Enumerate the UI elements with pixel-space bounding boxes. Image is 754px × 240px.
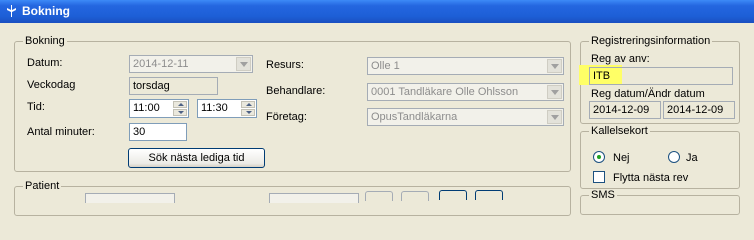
window-body: Bokning Datum: 2014-12-11 Veckodag torsd… xyxy=(0,23,754,216)
behandlare-dropdown-button[interactable] xyxy=(547,85,562,99)
chevron-down-icon xyxy=(551,64,559,69)
datum-dropdown-button[interactable] xyxy=(236,57,251,71)
tid-from-value: 11:00 xyxy=(133,102,160,114)
datum-value: 2014-12-11 xyxy=(133,58,189,70)
tid-to-value: 11:30 xyxy=(201,102,228,114)
patient-button-1[interactable] xyxy=(365,191,393,201)
flytta-nasta-rev-label[interactable]: Flytta nästa rev xyxy=(613,172,688,184)
arrow-down-icon xyxy=(246,111,252,114)
patient-button-2[interactable] xyxy=(401,191,429,201)
behandlare-label: Behandlare: xyxy=(266,85,326,97)
arrow-down-icon xyxy=(178,111,184,114)
bokning-legend: Bokning xyxy=(23,35,67,47)
tid-to-up-button[interactable] xyxy=(241,101,255,108)
ja-label[interactable]: Ja xyxy=(686,152,698,164)
tid-from-up-button[interactable] xyxy=(173,101,187,108)
reg-datum-field: 2014-12-09 xyxy=(589,101,661,119)
tid-from-spinner[interactable]: 11:00 xyxy=(129,99,189,118)
flytta-nasta-rev-checkbox[interactable] xyxy=(593,171,605,183)
chevron-down-icon xyxy=(551,115,559,120)
behandlare-value: 0001 Tandläkare Olle Ohlsson xyxy=(371,86,519,98)
title-bar[interactable]: Bokning xyxy=(0,0,754,23)
reg-datum-label: Reg datum/Ändr datum xyxy=(591,88,705,100)
arrow-up-icon xyxy=(178,103,184,106)
reg-av-label: Reg av anv: xyxy=(591,53,650,65)
chevron-down-icon xyxy=(551,90,559,95)
patient-legend: Patient xyxy=(23,180,62,192)
veckodag-label: Veckodag xyxy=(27,79,76,91)
foretag-combo[interactable]: OpusTandläkarna xyxy=(367,108,564,126)
kallelsekort-legend: Kallelsekort xyxy=(589,125,650,137)
registrering-legend: Registreringsinformation xyxy=(589,35,713,47)
search-next-free-time-button[interactable]: Sök nästa lediga tid xyxy=(128,148,265,168)
patient-group: Patient xyxy=(14,180,571,216)
bokning-group: Bokning Datum: 2014-12-11 Veckodag torsd… xyxy=(14,35,571,172)
reg-datum-value: 2014-12-09 xyxy=(593,104,650,116)
sms-group: SMS xyxy=(580,189,740,215)
arrow-up-icon xyxy=(246,103,252,106)
behandlare-combo[interactable]: 0001 Tandläkare Olle Ohlsson xyxy=(367,83,564,101)
patient-button-4[interactable] xyxy=(475,190,503,200)
window-title: Bokning xyxy=(22,4,70,18)
andr-datum-value: 2014-12-09 xyxy=(667,104,724,116)
antal-minuter-label: Antal minuter: xyxy=(27,126,95,138)
tid-from-down-button[interactable] xyxy=(173,109,187,116)
tid-to-spinner[interactable]: 11:30 xyxy=(197,99,257,118)
tid-label: Tid: xyxy=(27,101,45,113)
nej-radio[interactable] xyxy=(593,151,605,163)
resurs-combo[interactable]: Olle 1 xyxy=(367,57,564,75)
tid-to-down-button[interactable] xyxy=(241,109,255,116)
antal-minuter-value: 30 xyxy=(133,126,146,138)
patient-button-3[interactable] xyxy=(439,190,467,200)
sms-legend: SMS xyxy=(589,189,617,201)
chevron-down-icon xyxy=(240,62,248,67)
reg-av-value: ITB xyxy=(593,70,611,82)
ja-radio[interactable] xyxy=(668,151,680,163)
reg-av-field: ITB xyxy=(589,67,733,85)
kallelsekort-group: Kallelsekort Nej Ja Flytta nästa rev xyxy=(580,125,740,189)
datum-combo[interactable]: 2014-12-11 xyxy=(129,55,253,73)
patient-field-2[interactable] xyxy=(269,193,359,203)
foretag-dropdown-button[interactable] xyxy=(547,110,562,124)
veckodag-value: torsdag xyxy=(133,80,170,92)
resurs-value: Olle 1 xyxy=(371,60,400,72)
registrering-group: Registreringsinformation Reg av anv: ITB… xyxy=(579,35,740,124)
veckodag-field: torsdag xyxy=(129,77,218,95)
app-icon xyxy=(7,5,16,17)
patient-field-1[interactable] xyxy=(85,193,175,203)
andr-datum-field: 2014-12-09 xyxy=(663,101,735,119)
resurs-label: Resurs: xyxy=(266,59,304,71)
foretag-value: OpusTandläkarna xyxy=(371,111,458,123)
datum-label: Datum: xyxy=(27,57,63,69)
resurs-dropdown-button[interactable] xyxy=(547,59,562,73)
foretag-label: Företag: xyxy=(266,111,307,123)
antal-minuter-input[interactable]: 30 xyxy=(129,123,187,141)
nej-label[interactable]: Nej xyxy=(613,152,630,164)
